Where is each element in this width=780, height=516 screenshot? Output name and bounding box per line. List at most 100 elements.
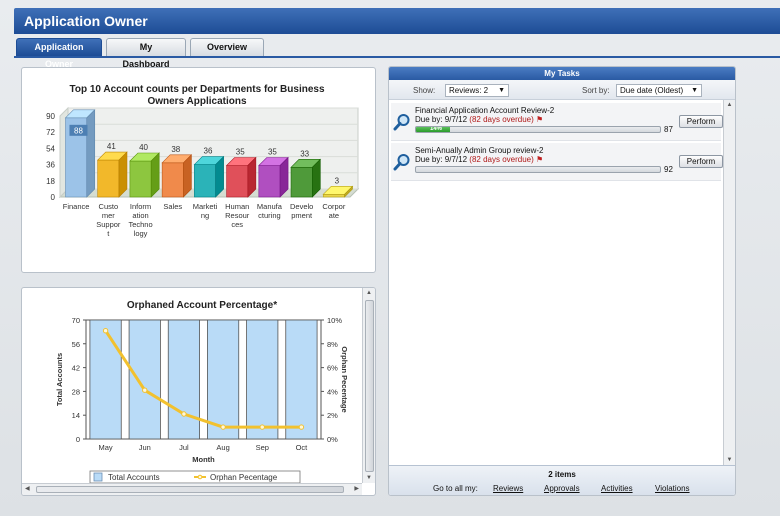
vertical-scroll-thumb[interactable]: [365, 300, 374, 472]
x-tick-label: Oct: [296, 443, 309, 452]
link-violations[interactable]: Violations: [655, 484, 690, 493]
orphan-panel-horizontal-scrollbar[interactable]: ◀ ▶: [22, 483, 362, 495]
accounts-bar: [246, 319, 279, 440]
bar-value-label: 38: [171, 145, 180, 154]
orphan-chart-panel: Orphaned Account Percentage* 0 0% 14 2% 28 4%…: [21, 287, 376, 496]
y-tick-label: 56: [72, 340, 80, 349]
bar-side: [86, 109, 96, 198]
due-date-text: Due by: 9/7/12: [415, 115, 468, 124]
task-progress-bar: 14%: [415, 126, 661, 133]
x-tick-label: Aug: [216, 443, 229, 452]
accounts-bar: [167, 319, 200, 440]
perform-button[interactable]: Perform: [679, 115, 723, 128]
show-filter-value: Reviews: 2: [449, 86, 489, 95]
x-tick-label: Sep: [256, 443, 269, 452]
x-tick-label-line: Corpor: [322, 202, 345, 211]
line-point: [142, 387, 148, 393]
x-tick-label-line: logy: [134, 229, 148, 238]
accounts-bar: [207, 319, 240, 440]
legend-orphan-label: Orphan Pecentage: [210, 473, 278, 482]
scroll-left-arrow-icon[interactable]: ◀: [25, 485, 30, 492]
y-tick-label: 0: [76, 435, 80, 444]
tab-overview[interactable]: Overview: [190, 38, 264, 56]
x-tick-label: May: [98, 443, 112, 452]
perform-button[interactable]: Perform: [679, 155, 723, 168]
my-tasks-panel: My Tasks Show: Reviews: 2 ▼ Sort by: Due…: [388, 66, 736, 496]
x-tick-label-line: Custo: [99, 202, 119, 211]
progress-fill: 14%: [416, 127, 451, 132]
x-tick-label: Human Resour ces: [225, 202, 250, 229]
y-tick-label: 14: [72, 411, 80, 420]
x-tick-label-line: Suppor: [96, 220, 121, 229]
magnifier-icon: [393, 114, 410, 131]
task-count-total: 2 items: [548, 470, 576, 479]
chevron-down-icon: ▼: [691, 87, 698, 94]
bar-side: [118, 151, 128, 198]
x-tick-label: Inform ation Techno logy: [128, 202, 152, 238]
link-activities[interactable]: Activities: [601, 484, 633, 493]
link-reviews[interactable]: Reviews: [493, 484, 523, 493]
bar: [258, 165, 281, 198]
legend-accounts-swatch: [93, 472, 103, 482]
overdue-text: (82 days overdue): [469, 155, 534, 164]
scroll-down-arrow-icon[interactable]: ▼: [363, 475, 375, 481]
tasks-vertical-scrollbar[interactable]: ▲ ▼: [723, 100, 735, 465]
bar-value-label: 40: [139, 143, 148, 152]
show-filter-dropdown[interactable]: Reviews: 2 ▼: [445, 84, 509, 97]
task-name[interactable]: Financial Application Account Review-2: [415, 106, 554, 115]
bar-value-label: 35: [236, 148, 245, 157]
task-item[interactable]: Semi-Anually Admin Group review-2 Due by…: [391, 143, 723, 181]
x-tick-label: Corpor ate: [322, 202, 345, 220]
due-date-text: Due by: 9/7/12: [415, 155, 468, 164]
y2-tick-label: 6%: [327, 364, 338, 373]
y2-tick-label: 10%: [327, 316, 342, 325]
x-tick-label-line: Resour: [225, 211, 250, 220]
x-tick-label-line: Develo: [290, 202, 313, 211]
link-approvals[interactable]: Approvals: [544, 484, 580, 493]
task-name[interactable]: Semi-Anually Admin Group review-2: [415, 146, 544, 155]
main-tabs: Application Owner My Dashboard Overview: [16, 38, 264, 69]
chevron-down-icon: ▼: [498, 87, 505, 94]
y-tick-label: 28: [72, 387, 80, 396]
x-tick-label-line: Marketi: [193, 202, 218, 211]
scroll-right-arrow-icon[interactable]: ▶: [354, 485, 359, 492]
scroll-up-arrow-icon[interactable]: ▲: [363, 290, 375, 296]
y-axis-label: Total Accounts: [55, 353, 64, 406]
x-tick-label-line: Manufa: [257, 202, 283, 211]
line-point: [102, 328, 109, 334]
tab-my-dashboard[interactable]: My Dashboard: [106, 38, 186, 69]
bar: [129, 160, 152, 198]
y-tick-label: 90: [46, 112, 55, 121]
legend-accounts-label: Total Accounts: [108, 473, 160, 482]
flag-icon: ⚑: [536, 115, 544, 124]
task-item[interactable]: Financial Application Account Review-2 D…: [391, 103, 723, 141]
y-tick-label: 36: [46, 161, 55, 170]
y-tick-label: 54: [46, 144, 55, 153]
orphan-panel-vertical-scrollbar[interactable]: ▲ ▼: [362, 288, 375, 483]
x-tick-label-line: pment: [291, 211, 313, 220]
tab-application-owner[interactable]: Application Owner: [16, 38, 102, 69]
y-tick-label: 70: [72, 316, 80, 325]
y-tick-label: 0: [51, 193, 56, 202]
magnifier-icon: [393, 154, 410, 171]
task-count: 92: [664, 165, 673, 174]
app-title-bar: Application Owner: [14, 8, 780, 34]
bar-value-label: 36: [204, 147, 213, 156]
x-tick-label-line: Inform: [130, 202, 151, 211]
x-tick-label-line: Finance: [63, 202, 90, 211]
tasks-footer: 2 items Go to all my: Reviews Approvals …: [389, 465, 735, 495]
scroll-up-arrow-icon[interactable]: ▲: [724, 102, 735, 108]
x-tick-label: Jun: [139, 443, 151, 452]
y2-tick-label: 2%: [327, 411, 338, 420]
scroll-down-arrow-icon[interactable]: ▼: [724, 457, 735, 463]
x-tick-label: Sales: [163, 202, 182, 211]
task-progress-bar: [415, 166, 661, 173]
x-tick-label: Marketi ng: [193, 202, 218, 220]
bar-value-label: 88: [74, 126, 83, 135]
legend-orphan-marker: [197, 474, 203, 480]
app-title: Application Owner: [24, 13, 148, 29]
bar-value-label: 41: [107, 142, 116, 151]
sort-dropdown[interactable]: Due date (Oldest) ▼: [616, 84, 702, 97]
horizontal-scroll-thumb[interactable]: [36, 486, 344, 493]
x-tick-label-line: ng: [201, 211, 209, 220]
